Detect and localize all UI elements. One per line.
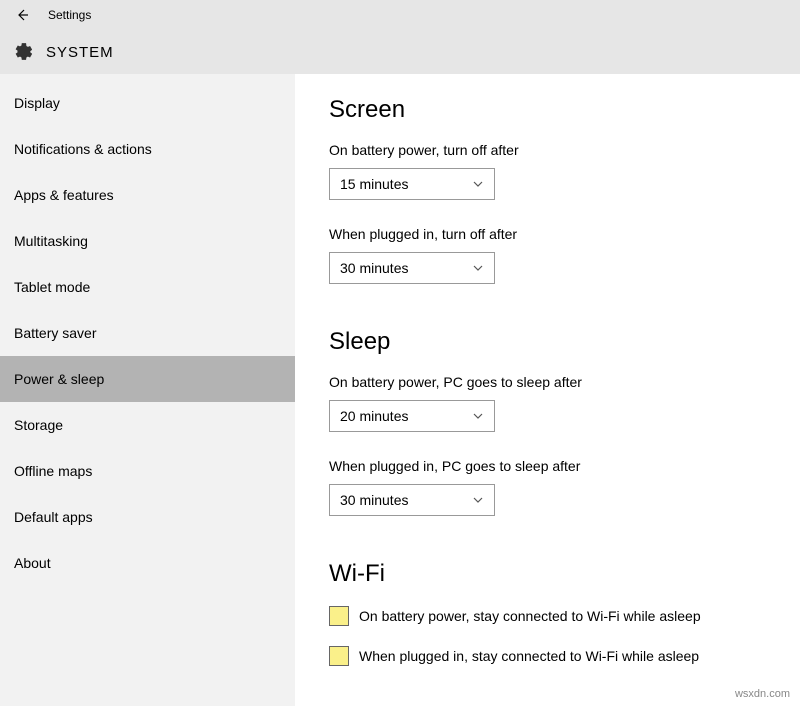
- screen-battery-dropdown[interactable]: 15 minutes: [329, 168, 495, 200]
- back-icon[interactable]: [14, 7, 30, 23]
- wifi-plugged-checkbox[interactable]: [329, 646, 349, 666]
- wifi-battery-label: On battery power, stay connected to Wi-F…: [359, 608, 701, 624]
- sleep-plugged-label: When plugged in, PC goes to sleep after: [329, 458, 800, 474]
- section-title-wifi: Wi-Fi: [329, 560, 800, 588]
- chevron-down-icon: [472, 494, 484, 506]
- sidebar-item-battery-saver[interactable]: Battery saver: [0, 310, 295, 356]
- dropdown-value: 15 minutes: [340, 176, 408, 192]
- wifi-plugged-row: When plugged in, stay connected to Wi-Fi…: [329, 646, 800, 666]
- sidebar-item-label: Display: [14, 95, 60, 111]
- sleep-battery-label: On battery power, PC goes to sleep after: [329, 374, 800, 390]
- wifi-battery-row: On battery power, stay connected to Wi-F…: [329, 606, 800, 626]
- sidebar-item-label: About: [14, 555, 51, 571]
- sidebar-item-label: Tablet mode: [14, 279, 90, 295]
- chevron-down-icon: [472, 178, 484, 190]
- titlebar-title: Settings: [48, 8, 91, 22]
- header-title: SYSTEM: [46, 44, 114, 61]
- wifi-battery-checkbox[interactable]: [329, 606, 349, 626]
- sidebar-item-storage[interactable]: Storage: [0, 402, 295, 448]
- sidebar-item-label: Apps & features: [14, 187, 114, 203]
- dropdown-value: 30 minutes: [340, 260, 408, 276]
- sidebar-item-label: Multitasking: [14, 233, 88, 249]
- sidebar-item-power-sleep[interactable]: Power & sleep: [0, 356, 295, 402]
- sidebar-item-label: Battery saver: [14, 325, 96, 341]
- section-title-sleep: Sleep: [329, 328, 800, 356]
- chevron-down-icon: [472, 262, 484, 274]
- sidebar-item-label: Offline maps: [14, 463, 92, 479]
- screen-battery-label: On battery power, turn off after: [329, 142, 800, 158]
- chevron-down-icon: [472, 410, 484, 422]
- header: SYSTEM: [0, 30, 800, 74]
- sleep-battery-dropdown[interactable]: 20 minutes: [329, 400, 495, 432]
- sidebar-item-apps[interactable]: Apps & features: [0, 172, 295, 218]
- gear-icon: [12, 42, 32, 62]
- sidebar-item-default-apps[interactable]: Default apps: [0, 494, 295, 540]
- sidebar-item-notifications[interactable]: Notifications & actions: [0, 126, 295, 172]
- sidebar-item-label: Power & sleep: [14, 371, 104, 387]
- screen-plugged-label: When plugged in, turn off after: [329, 226, 800, 242]
- content: Screen On battery power, turn off after …: [295, 74, 800, 706]
- sidebar-item-tablet-mode[interactable]: Tablet mode: [0, 264, 295, 310]
- sidebar-item-about[interactable]: About: [0, 540, 295, 586]
- screen-plugged-dropdown[interactable]: 30 minutes: [329, 252, 495, 284]
- sidebar-item-label: Storage: [14, 417, 63, 433]
- wifi-plugged-label: When plugged in, stay connected to Wi-Fi…: [359, 648, 699, 664]
- sleep-plugged-dropdown[interactable]: 30 minutes: [329, 484, 495, 516]
- dropdown-value: 20 minutes: [340, 408, 408, 424]
- sidebar-item-label: Notifications & actions: [14, 141, 152, 157]
- sidebar: Display Notifications & actions Apps & f…: [0, 74, 295, 706]
- sidebar-item-display[interactable]: Display: [0, 80, 295, 126]
- titlebar: Settings: [0, 0, 800, 30]
- watermark: wsxdn.com: [735, 688, 790, 700]
- dropdown-value: 30 minutes: [340, 492, 408, 508]
- section-title-screen: Screen: [329, 96, 800, 124]
- sidebar-item-label: Default apps: [14, 509, 93, 525]
- sidebar-item-offline-maps[interactable]: Offline maps: [0, 448, 295, 494]
- sidebar-item-multitasking[interactable]: Multitasking: [0, 218, 295, 264]
